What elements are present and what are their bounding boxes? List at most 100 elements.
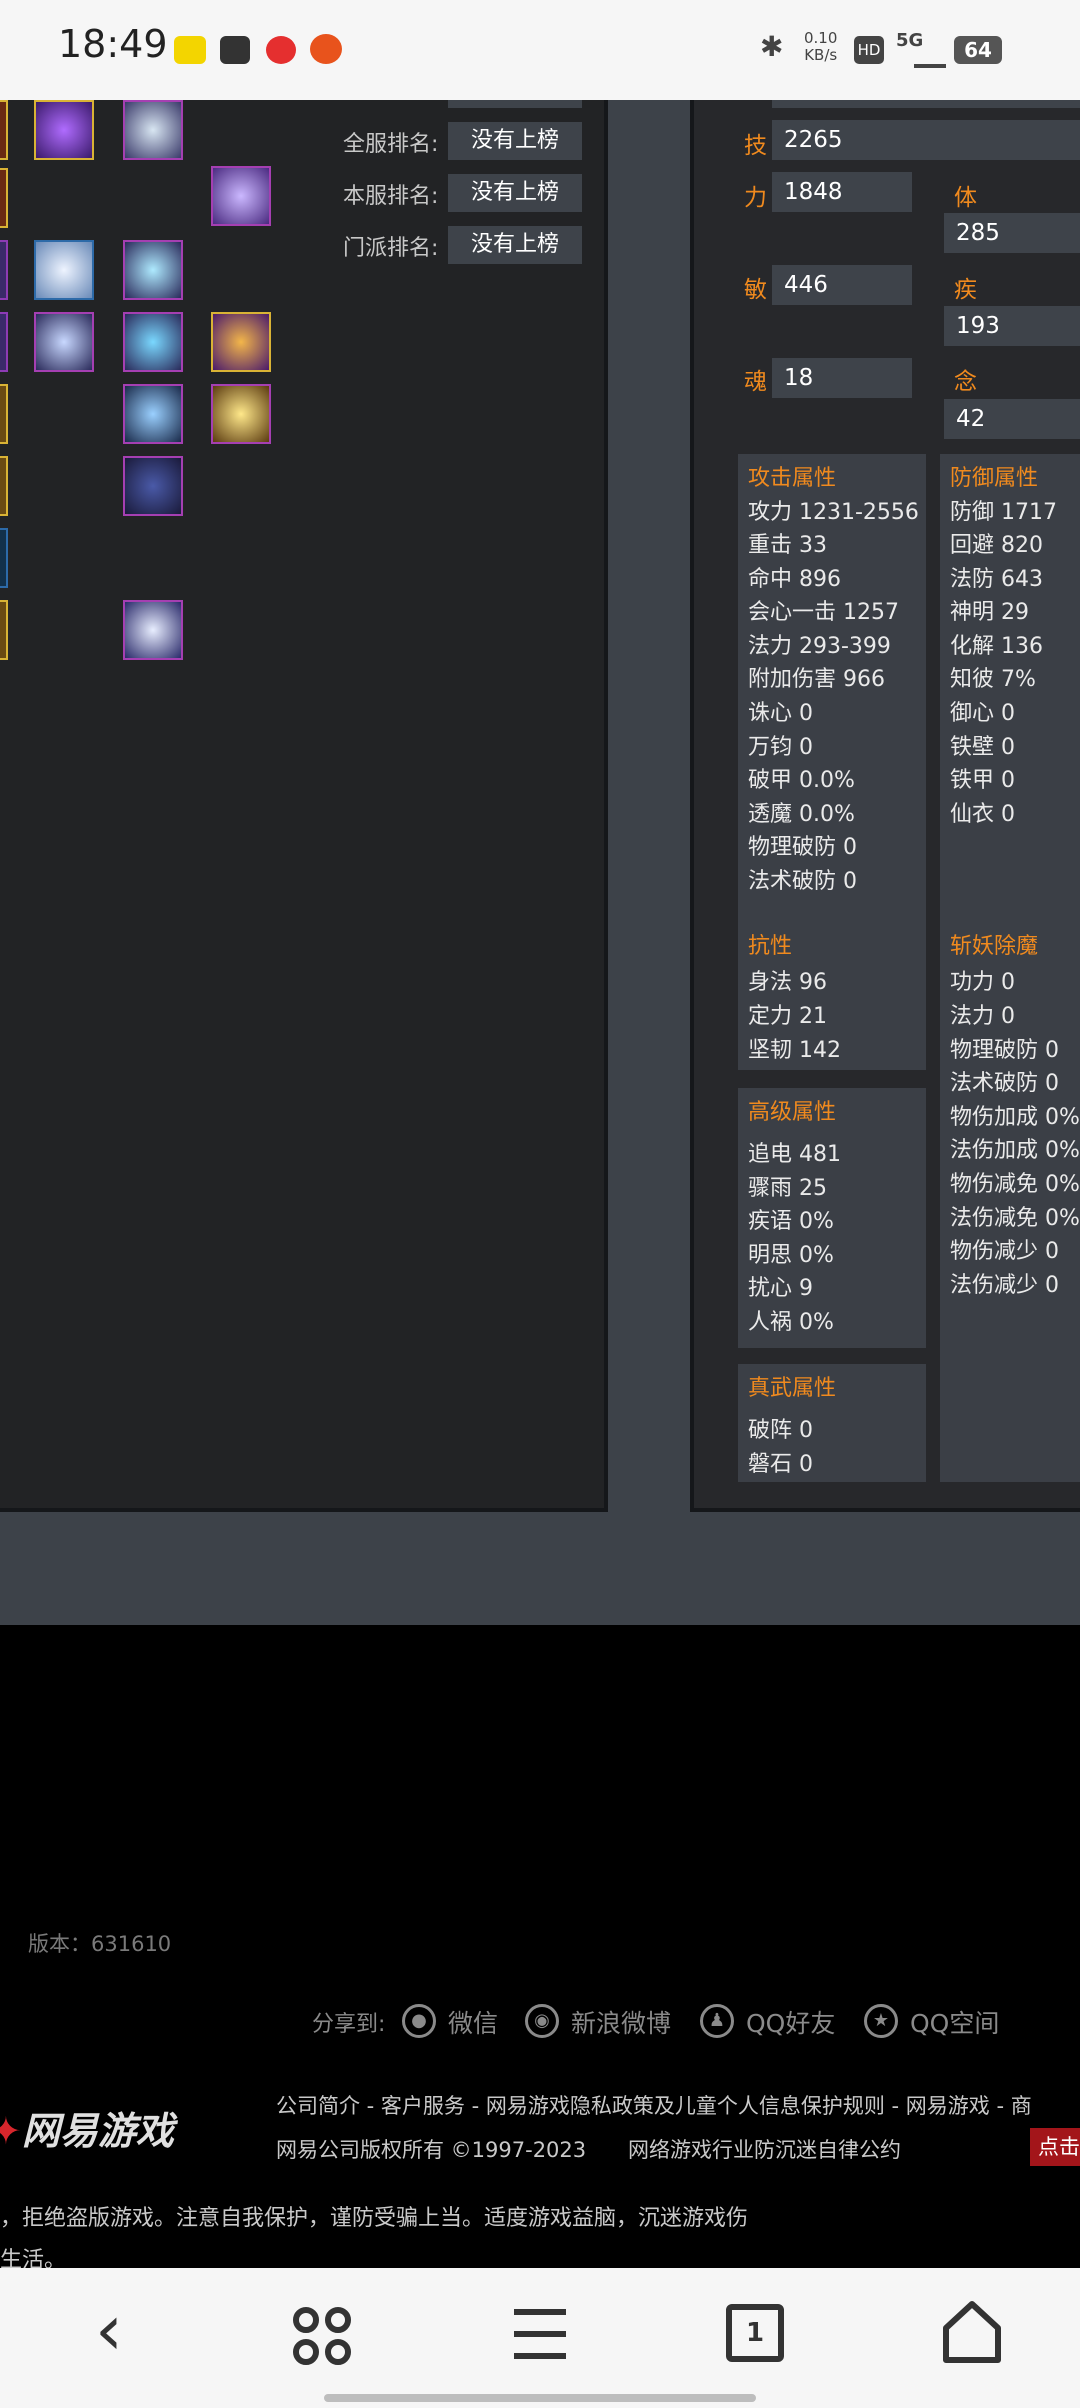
version-text: 版本：631610 bbox=[28, 1932, 172, 1956]
attr-strength-value: 1848 bbox=[772, 172, 912, 212]
share-qq-friends[interactable]: QQ好友 bbox=[746, 2004, 835, 2040]
attr-skill-label: 技 bbox=[744, 133, 767, 159]
rank-value-all: 没有上榜 bbox=[448, 122, 582, 160]
bracer-item-icon[interactable] bbox=[34, 312, 94, 372]
rank-value-sect: 没有上榜 bbox=[448, 226, 582, 264]
status-bar: 18:49 ✱ 0.10 KB/s HD 5G 64 bbox=[0, 0, 1080, 100]
attr-speed-label: 疾 bbox=[954, 277, 977, 303]
equip-slot[interactable] bbox=[0, 168, 8, 228]
attr-speed-value: 193 bbox=[944, 306, 1080, 346]
music-icon bbox=[266, 36, 296, 64]
resistance-box: 抗性 身法 96 定力 21 坚韧 142 bbox=[738, 922, 926, 1070]
demon-slaying-row: 法伤减免 0% bbox=[950, 1206, 1080, 1231]
attack-row: 破甲 0.0% bbox=[748, 768, 855, 793]
demon-slaying-row: 法术破防 0 bbox=[950, 1071, 1059, 1096]
attack-row: 附加伤害 966 bbox=[748, 667, 885, 692]
equip-slot[interactable] bbox=[0, 600, 8, 660]
defense-row: 仙衣 0 bbox=[950, 802, 1015, 827]
demon-slaying-row: 法力 0 bbox=[950, 1004, 1015, 1029]
browser-bottom-bar: ‹ 1 bbox=[0, 2268, 1080, 2408]
resistance-row: 定力 21 bbox=[748, 1004, 827, 1029]
resistance-title: 抗性 bbox=[748, 934, 793, 959]
attack-row: 攻力 1231-2556 bbox=[748, 500, 919, 525]
logo-text: 网易游戏 bbox=[21, 2109, 174, 2153]
demon-slaying-row: 物伤减少 0 bbox=[950, 1239, 1059, 1264]
apps-icon[interactable] bbox=[290, 2304, 354, 2368]
equip-slot[interactable] bbox=[0, 100, 8, 160]
attack-row: 法术破防 0 bbox=[748, 869, 857, 894]
netease-games-logo[interactable]: ✦网易游戏 bbox=[0, 2100, 174, 2155]
equip-slot[interactable] bbox=[0, 384, 8, 444]
rank-label-sect: 门派排名: bbox=[343, 236, 439, 261]
equip-slot[interactable] bbox=[0, 240, 8, 300]
rank-top-edge bbox=[448, 100, 582, 108]
boots-item-icon[interactable] bbox=[123, 456, 183, 516]
orb-item-icon[interactable] bbox=[34, 100, 94, 160]
qzone-star-icon[interactable]: ★ bbox=[864, 2004, 898, 2038]
click-button[interactable]: 点击 bbox=[1030, 2128, 1080, 2166]
staff-item-icon[interactable] bbox=[211, 312, 271, 372]
share-qzone[interactable]: QQ空间 bbox=[910, 2004, 999, 2040]
defense-row: 铁壁 0 bbox=[950, 735, 1015, 760]
armor-item-icon[interactable] bbox=[123, 384, 183, 444]
attribute-panel: 技 2265 力 1848 体 285 敏 446 疾 193 魂 18 念 4… bbox=[690, 100, 1080, 1512]
defense-row: 回避 820 bbox=[950, 533, 1043, 558]
attack-row: 会心一击 1257 bbox=[748, 600, 899, 625]
net-speed-value: 0.10 bbox=[804, 29, 838, 47]
bluetooth-icon: ✱ bbox=[760, 30, 784, 63]
blade-item-icon[interactable] bbox=[123, 600, 183, 660]
gauntlet-item-icon[interactable] bbox=[211, 166, 271, 226]
demon-slaying-box: 斩妖除魔 功力 0 法力 0 物理破防 0 法术破防 0 物伤加成 0% 法伤加… bbox=[940, 922, 1080, 1482]
attack-row: 命中 896 bbox=[748, 567, 841, 592]
defense-row: 知彼 7% bbox=[950, 667, 1036, 692]
attack-row: 诛心 0 bbox=[748, 701, 813, 726]
demon-slaying-row: 法伤加成 0% bbox=[950, 1138, 1080, 1163]
share-wechat[interactable]: 微信 bbox=[448, 2004, 498, 2040]
demon-slaying-row: 法伤减少 0 bbox=[950, 1273, 1059, 1298]
footer-links[interactable]: 公司简介 - 客户服务 - 网易游戏隐私政策及儿童个人信息保护规则 - 网易游戏… bbox=[276, 2090, 1032, 2120]
menu-icon[interactable] bbox=[512, 2304, 568, 2364]
defense-row: 神明 29 bbox=[950, 600, 1029, 625]
demon-slaying-row: 物理破防 0 bbox=[950, 1038, 1059, 1063]
health-notice-line1: ，拒绝盗版游戏。注意自我保护，谨防受骗上当。适度游戏益脑，沉迷游戏伤 bbox=[0, 2206, 749, 2231]
attr-skill-value: 2265 bbox=[772, 120, 1080, 160]
equip-slot[interactable] bbox=[0, 528, 8, 588]
home-icon[interactable] bbox=[940, 2298, 1004, 2364]
weibo-icon[interactable]: ◉ bbox=[525, 2004, 559, 2038]
back-icon[interactable]: ‹ bbox=[84, 2290, 134, 2370]
demon-slaying-title: 斩妖除魔 bbox=[950, 934, 1039, 959]
attack-row: 重击 33 bbox=[748, 533, 827, 558]
attr-strength-label: 力 bbox=[744, 185, 767, 211]
gesture-bar[interactable] bbox=[324, 2394, 756, 2402]
net-speed-unit: KB/s bbox=[804, 46, 838, 64]
qq-icon[interactable]: ♟ bbox=[700, 2004, 734, 2038]
attr-agility-label: 敏 bbox=[744, 277, 767, 303]
necklace-item-icon[interactable] bbox=[123, 312, 183, 372]
wechat-icon[interactable]: ● bbox=[402, 2004, 436, 2038]
advanced-row: 骤雨 25 bbox=[748, 1176, 827, 1201]
attr-body-label: 体 bbox=[954, 185, 977, 211]
zhenwu-row: 磐石 0 bbox=[748, 1452, 813, 1477]
equip-slot[interactable] bbox=[0, 312, 8, 372]
attack-row: 透魔 0.0% bbox=[748, 802, 855, 827]
defense-attributes-box: 防御属性 防御 1717 回避 820 法防 643 神明 29 化解 136 … bbox=[940, 454, 1080, 1000]
rank-value-server: 没有上榜 bbox=[448, 174, 582, 212]
advanced-row: 人祸 0% bbox=[748, 1310, 834, 1335]
demon-slaying-row: 物伤加成 0% bbox=[950, 1105, 1080, 1130]
zhenwu-row: 破阵 0 bbox=[748, 1418, 813, 1443]
equip-slot[interactable] bbox=[0, 456, 8, 516]
tabs-icon[interactable]: 1 bbox=[726, 2304, 784, 2362]
share-weibo[interactable]: 新浪微博 bbox=[571, 2004, 671, 2040]
gold-armor-item-icon[interactable] bbox=[211, 384, 271, 444]
signal-icon bbox=[914, 42, 946, 68]
attr-mind-label: 念 bbox=[954, 369, 977, 395]
defense-row: 铁甲 0 bbox=[950, 768, 1015, 793]
wing-item-icon[interactable] bbox=[34, 240, 94, 300]
helmet-item-icon[interactable] bbox=[123, 100, 183, 160]
attr-top-edge bbox=[772, 100, 1080, 108]
mask-item-icon[interactable] bbox=[123, 240, 183, 300]
advanced-row: 扰心 9 bbox=[748, 1276, 813, 1301]
anti-addiction-link[interactable]: 网络游戏行业防沉迷自律公约 bbox=[628, 2134, 901, 2164]
zhenwu-attributes-box: 真武属性 破阵 0 磐石 0 bbox=[738, 1364, 926, 1482]
equipment-panel: 全服排名: 没有上榜 本服排名: 没有上榜 门派排名: 没有上榜 bbox=[0, 100, 608, 1512]
